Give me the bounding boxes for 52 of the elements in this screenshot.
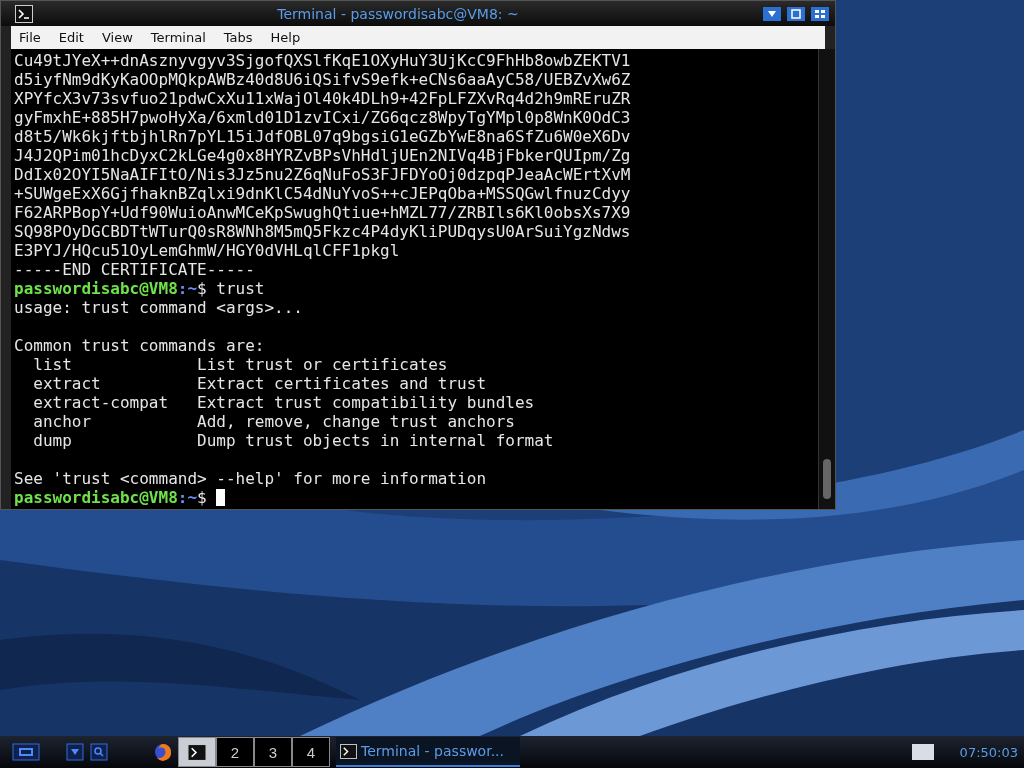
scrollbar-thumb[interactable] bbox=[823, 459, 831, 499]
output-line: SQ98POyDGCBDTtWTurQ0sR8WNh8M5mQ5Fkzc4P4dyKliPUDqysU0ArSuiYgzNdws bbox=[14, 222, 631, 241]
prompt-symbol: $ bbox=[197, 279, 207, 298]
output-line: gyFmxhE+885H7pwoHyXa/6xmld01D1zvICxi/ZG6qcz8WpyTgYMpl0p8WnK0OdC3 bbox=[14, 108, 631, 127]
terminal-icon bbox=[340, 743, 357, 759]
prompt-symbol: $ bbox=[197, 488, 207, 507]
workspace-button[interactable] bbox=[178, 737, 216, 767]
output-line: See 'trust <command> --help' for more information bbox=[14, 469, 486, 488]
output-line: list List trust or certificates bbox=[32, 355, 448, 374]
prompt-path: :~ bbox=[177, 279, 198, 298]
menu-item[interactable]: Edit bbox=[58, 30, 84, 46]
output-line: extract-compat Extract trust compatibility bundles bbox=[32, 393, 535, 412]
workspace-button[interactable]: 4 bbox=[292, 737, 330, 767]
globe-icon[interactable] bbox=[154, 743, 172, 761]
output-line: dump Dump trust objects in internal format bbox=[32, 431, 554, 450]
prompt-user: passwordisabc@VM8 bbox=[14, 279, 178, 298]
prompt-user: passwordisabc@VM8 bbox=[14, 488, 178, 507]
search-icon[interactable] bbox=[90, 743, 108, 761]
menu-item[interactable]: File bbox=[19, 30, 41, 46]
output-line: +SUWgeExX6GjfhaknBZqlxi9dnKlC54dNuYvoS++cJEPqOba+MSSQGwlfnuzCdyy bbox=[14, 184, 631, 203]
menu-item[interactable]: Help bbox=[270, 30, 301, 46]
minimize-button[interactable] bbox=[763, 6, 781, 21]
clock: 07:50:03 bbox=[959, 744, 1018, 760]
output-line: Common trust commands are: bbox=[14, 336, 265, 355]
close-button[interactable] bbox=[811, 6, 829, 21]
maximize-button[interactable] bbox=[787, 6, 805, 21]
output-line: XPYfcX3v73svfuo21pdwCxXu11xWajOl40k4DLh9+42FpLFZXvRq4d2h9mREruZR bbox=[14, 89, 631, 108]
output-line: -----END CERTIFICATE----- bbox=[14, 260, 255, 279]
terminal-icon bbox=[187, 743, 207, 761]
output-line: extract Extract certificates and trust bbox=[32, 374, 486, 393]
workspace-button[interactable]: 3 bbox=[254, 737, 292, 767]
menu-item[interactable]: View bbox=[101, 30, 133, 46]
prompt-path: :~ bbox=[177, 488, 198, 507]
menu-item[interactable]: Tabs bbox=[223, 30, 253, 46]
output-line: d8t5/Wk6kjftbjhlRn7pYL15iJdfOBL07q9bgsiG1eGZbYwE8na6SfZu6W0eX6Dv bbox=[14, 127, 631, 146]
output-line: Cu49tJYeX++dnAsznyvgyv3SjgofQXSlfKqE1OXyHuY3UjKcC9FhHb8owbZEKTV1 bbox=[14, 51, 631, 70]
output-line: F62ARPBopY+Udf90WuioAnwMCeKpSwughQtiue+hMZL77/ZRBIls6Kl0obsXs7X9 bbox=[14, 203, 631, 222]
output-line: usage: trust command <args>... bbox=[14, 298, 303, 317]
menu-item[interactable]: Terminal bbox=[150, 30, 206, 46]
output-line: E3PYJ/HQcu51OyLemGhmW/HGY0dVHLqlCFF1pkgl bbox=[14, 241, 400, 260]
output-line: DdIx02OYI5NaAIFItO/Nis3Jz5nu2Z6qNuFoS3FJFDYoOj0dzpqPJeaAcWErtXvM bbox=[14, 165, 631, 184]
window-title: Terminal - passwordisabc@VM8: ~ bbox=[276, 5, 520, 22]
output-line: d5iyfNm9dKyKaOOpMQkpAWBz40d8U6iQSifvS9efk+eCNs6aaAyC58/UEBZvXw6Z bbox=[14, 70, 631, 89]
terminal-icon bbox=[15, 4, 33, 23]
output-line: anchor Add, remove, change trust anchors bbox=[32, 412, 515, 431]
output-line: J4J2QPim01hcDyxC2kLGe4g0x8HYRZvBPsVhHdljUEn2NIVq4BjFbkerQUIpm/Zg bbox=[14, 146, 631, 165]
task-button[interactable]: Terminal - passwor... bbox=[336, 737, 520, 767]
tray-icon[interactable] bbox=[911, 744, 934, 760]
scrollbar[interactable] bbox=[818, 49, 835, 509]
workspace-button[interactable]: 2 bbox=[216, 737, 254, 767]
command-text: trust bbox=[216, 279, 265, 298]
caret-icon[interactable] bbox=[66, 743, 84, 761]
